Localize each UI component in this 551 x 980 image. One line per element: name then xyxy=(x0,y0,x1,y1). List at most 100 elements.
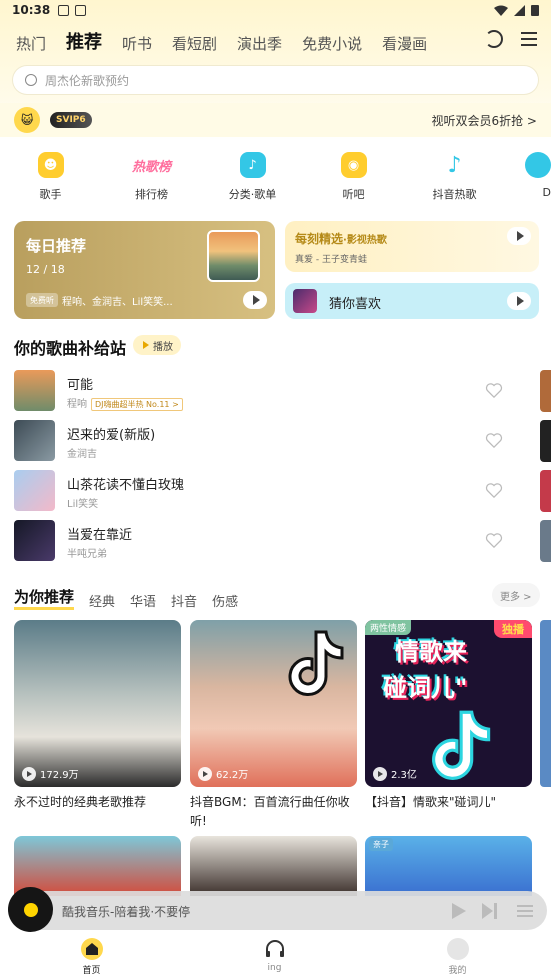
daily-recommend-card[interactable]: 每日推荐 12 / 18 免费听 程响、金润吉、Lil笑笑... xyxy=(14,221,275,319)
tab-for-you[interactable]: 为你推荐 xyxy=(14,586,75,610)
song-chart-tag[interactable]: DJ嗨曲超半热 No.11 > xyxy=(91,398,183,411)
menu-icon[interactable] xyxy=(521,32,537,46)
song-name: 可能 xyxy=(67,378,94,393)
song-cover xyxy=(14,470,55,511)
more-button[interactable]: 更多 > xyxy=(492,583,540,607)
nav-mine-label: 我的 xyxy=(448,966,467,976)
play-icon xyxy=(203,770,208,777)
song-name: 迟来的爱(新版) xyxy=(67,428,156,443)
quick-label: 抖音热歌 xyxy=(432,188,477,201)
song-row[interactable]: 山茶花读不懂白玫瑰 Lil笑笑 xyxy=(14,470,534,520)
tab-classic[interactable]: 经典 xyxy=(89,591,115,610)
supply-section-title: 你的歌曲补给站 xyxy=(14,339,127,358)
status-time: 10:38 xyxy=(12,3,51,17)
tab-free-novel[interactable]: 免费小说 xyxy=(302,33,362,54)
nav-mine[interactable]: 我的 xyxy=(366,932,549,980)
play-count-icon xyxy=(198,766,212,781)
quick-entries: ☻ 歌手 热歌榜 排行榜 ♪ 分类·歌单 ◉ 听吧 ♪ 抖音热歌 D xyxy=(0,152,551,206)
playlist-card-row2[interactable] xyxy=(14,836,181,896)
quick-douyin[interactable]: ♪ 抖音热歌 xyxy=(404,152,505,206)
moment-title: 每刻精选·影视热歌 xyxy=(295,230,387,247)
app-screen: 10:38 热门 推荐 听书 看短剧 演出季 免费小说 看漫画 周杰伦新歌预约 … xyxy=(0,0,551,980)
song-artist: 程响 xyxy=(67,399,87,410)
quick-category[interactable]: ♪ 分类·歌单 xyxy=(202,152,303,206)
quick-rank[interactable]: 热歌榜 排行榜 xyxy=(101,152,202,206)
play-icon[interactable] xyxy=(450,903,466,919)
next-column-cover[interactable] xyxy=(540,370,551,412)
quick-label: 听吧 xyxy=(342,188,365,201)
moment-title-main: 每刻精选 xyxy=(295,232,344,246)
next-column-cover[interactable] xyxy=(540,520,551,562)
heart-icon[interactable] xyxy=(485,533,503,548)
supply-play-button[interactable]: 播放 xyxy=(133,335,181,355)
svip-badge[interactable]: SVIP6 xyxy=(50,112,92,128)
tab-hot[interactable]: 热门 xyxy=(16,33,46,54)
play-count-icon xyxy=(373,766,387,781)
song-row[interactable]: 可能 程响 DJ嗨曲超半热 No.11 > xyxy=(14,370,534,420)
search-bar[interactable]: 周杰伦新歌预约 xyxy=(13,66,538,94)
play-count-value: 2.3亿 xyxy=(391,770,417,781)
home-glyph-icon xyxy=(85,943,98,955)
heart-icon[interactable] xyxy=(485,433,503,448)
kids-badge: 亲子 xyxy=(369,838,393,851)
quick-dj[interactable]: D xyxy=(505,152,551,206)
song-list: 可能 程响 DJ嗨曲超半热 No.11 > 迟来的爱(新版) 金润吉 山茶花读不懂… xyxy=(14,370,534,570)
heart-icon[interactable] xyxy=(485,383,503,398)
song-artist: Lil笑笑 xyxy=(67,499,99,510)
moment-picks-card[interactable]: 每刻精选·影视热歌 真爱 - 王子变青蛙 xyxy=(285,221,539,272)
playlist-card-row2[interactable] xyxy=(190,836,357,896)
next-playlist-peek[interactable] xyxy=(540,620,551,787)
now-playing-disc[interactable] xyxy=(8,887,53,932)
guess-thumb xyxy=(293,289,317,313)
avatar[interactable]: 😺 xyxy=(14,107,40,133)
moment-subtitle: ·影视热歌 xyxy=(343,235,387,246)
disc-center xyxy=(23,902,38,917)
tab-sad[interactable]: 伤感 xyxy=(212,591,238,610)
heart-icon[interactable] xyxy=(485,483,503,498)
play-icon xyxy=(378,770,383,777)
home-icon xyxy=(80,938,103,960)
nav-ing[interactable]: ing xyxy=(183,932,366,980)
nav-home[interactable]: 首页 xyxy=(0,932,183,980)
vip-offer-link[interactable]: 视听双会员6折抢 > xyxy=(431,112,537,129)
next-column-cover[interactable] xyxy=(540,470,551,512)
guess-you-like-card[interactable]: 猜你喜欢 xyxy=(285,283,539,319)
status-right xyxy=(494,4,539,16)
tab-short-drama[interactable]: 看短剧 xyxy=(172,33,217,54)
play-icon xyxy=(252,295,260,305)
play-count-value: 172.9万 xyxy=(40,770,79,781)
moment-play-button[interactable] xyxy=(507,227,531,245)
next-column-cover[interactable] xyxy=(540,420,551,462)
tab-comics[interactable]: 看漫画 xyxy=(382,33,427,54)
playlist-card[interactable]: 172.9万 永不过时的经典老歌推荐 xyxy=(14,620,181,812)
playlist-card[interactable]: 两性情感 独播 情歌来 碰词儿" 2.3亿 【抖音】情歌来"碰词儿" xyxy=(365,620,532,812)
quick-singer[interactable]: ☻ 歌手 xyxy=(0,152,101,206)
song-name: 当爱在靠近 xyxy=(67,528,133,543)
daily-title: 每日推荐 xyxy=(26,237,87,255)
singer-icon: ☻ xyxy=(37,152,64,178)
play-icon xyxy=(143,341,149,349)
daily-play-button[interactable] xyxy=(243,291,267,309)
category-icon: ♪ xyxy=(239,152,266,178)
rank-text-icon: 热歌榜 xyxy=(131,159,171,175)
tab-audiobook[interactable]: 听书 xyxy=(122,33,152,54)
top-nav-icons xyxy=(485,30,537,48)
tab-recommend[interactable]: 推荐 xyxy=(66,28,102,54)
voice-assistant-icon[interactable] xyxy=(485,30,503,48)
quick-label: 分类·歌单 xyxy=(228,188,277,201)
mini-player[interactable]: 酷我音乐-陪着我·不要停 xyxy=(8,887,547,932)
song-row[interactable]: 当爱在靠近 半吨兄弟 xyxy=(14,520,534,570)
playlist-queue-icon[interactable] xyxy=(517,903,533,919)
quick-listen[interactable]: ◉ 听吧 xyxy=(303,152,404,206)
guess-play-button[interactable] xyxy=(507,292,531,310)
daily-artists: 程响、金润吉、Lil笑笑... xyxy=(62,297,173,308)
play-icon xyxy=(516,296,524,306)
playlist-card-row2[interactable]: 亲子 xyxy=(365,836,532,896)
song-row[interactable]: 迟来的爱(新版) 金润吉 xyxy=(14,420,534,470)
playlist-card[interactable]: 62.2万 抖音BGM：百首流行曲任你收听! xyxy=(190,620,357,831)
tab-douyin[interactable]: 抖音 xyxy=(171,591,197,610)
tab-chinese[interactable]: 华语 xyxy=(130,591,156,610)
tab-show-season[interactable]: 演出季 xyxy=(237,33,282,54)
daily-date: 12 / 18 xyxy=(26,263,65,276)
next-track-icon[interactable] xyxy=(482,903,498,919)
